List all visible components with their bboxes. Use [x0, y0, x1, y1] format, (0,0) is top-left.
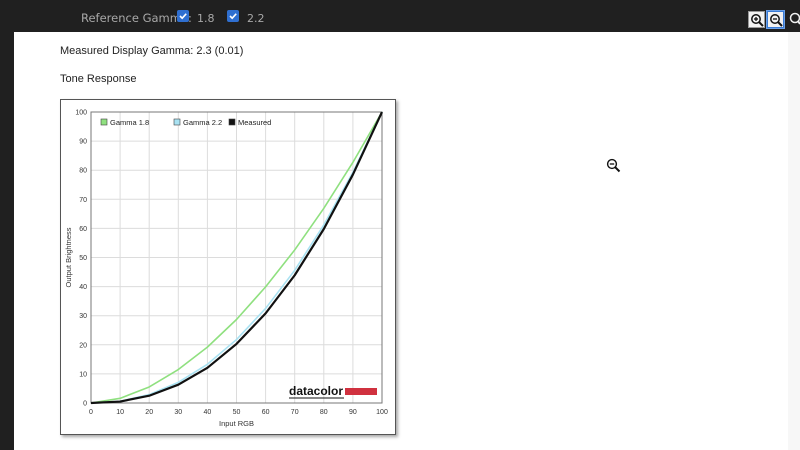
- x-axis-label: Input RGB: [219, 419, 254, 428]
- y-tick-label: 10: [79, 371, 87, 378]
- x-tick-label: 50: [233, 409, 241, 416]
- x-tick-label: 80: [320, 409, 328, 416]
- gamma-18-checkbox[interactable]: [177, 10, 189, 22]
- legend-gamma-18-swatch: [100, 118, 108, 126]
- legend-gamma-22-label: Gamma 2.2: [183, 118, 222, 127]
- y-tick-label: 100: [75, 110, 87, 117]
- gamma-22-checkbox[interactable]: [227, 10, 239, 22]
- x-tick-label: 10: [116, 409, 124, 416]
- datacolor-logo-bar: [345, 388, 377, 395]
- x-tick-label: 30: [174, 409, 182, 416]
- legend-gamma-18-label: Gamma 1.8: [110, 118, 149, 127]
- scrollbar[interactable]: [788, 32, 800, 450]
- y-tick-label: 0: [83, 401, 87, 408]
- zoom-out-cursor-icon: [606, 158, 622, 179]
- zoom-in-icon: [751, 14, 764, 27]
- checkmark-icon: [229, 13, 237, 20]
- x-tick-label: 20: [145, 409, 153, 416]
- y-tick-label: 70: [79, 197, 87, 204]
- y-axis-label: Output Brightness: [64, 227, 73, 287]
- chart-svg: 0 10 20 30 40 50 60 70 80 90 100 0 10 20 30 40 50 60 70 80 9…: [64, 110, 388, 429]
- gamma-22-label: 2.2: [247, 12, 265, 25]
- x-tick-label: 100: [376, 409, 388, 416]
- x-tick-label: 90: [349, 409, 357, 416]
- legend-measured-swatch: [228, 118, 236, 126]
- toolbar: Reference Gamma: 1.8 2.2: [0, 0, 800, 32]
- section-title: Tone Response: [60, 73, 137, 85]
- y-tick-label: 20: [79, 342, 87, 349]
- zoom-out-icon: [770, 14, 783, 27]
- measured-gamma-text: Measured Display Gamma: 2.3 (0.01): [60, 45, 244, 57]
- datacolor-logo-text: datacolor: [289, 384, 343, 398]
- y-tick-label: 30: [79, 313, 87, 320]
- x-tick-label: 70: [291, 409, 299, 416]
- y-tick-label: 60: [79, 226, 87, 233]
- checkmark-icon: [179, 13, 187, 20]
- x-tick-label: 0: [89, 409, 93, 416]
- legend-gamma-22-swatch: [173, 118, 181, 126]
- y-tick-label: 90: [79, 139, 87, 146]
- y-tick-label: 50: [79, 255, 87, 262]
- search-icon[interactable]: [788, 11, 800, 28]
- x-tick-label: 60: [262, 409, 270, 416]
- gamma-18-label: 1.8: [197, 12, 215, 25]
- zoom-out-button[interactable]: [767, 11, 784, 28]
- legend-measured-label: Measured: [238, 118, 271, 127]
- tone-response-chart: 0 10 20 30 40 50 60 70 80 90 100 0 10 20 30 40 50 60 70 80 9…: [60, 99, 396, 435]
- y-tick-label: 80: [79, 168, 87, 175]
- y-tick-label: 40: [79, 284, 87, 291]
- x-tick-label: 40: [204, 409, 212, 416]
- reference-gamma-label: Reference Gamma:: [81, 11, 192, 25]
- zoom-in-button[interactable]: [748, 11, 765, 28]
